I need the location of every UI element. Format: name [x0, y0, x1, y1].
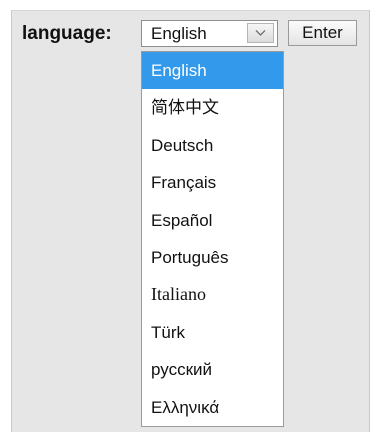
- language-option-turk[interactable]: Türk: [142, 314, 283, 351]
- language-dropdown-list: English 简体中文 Deutsch Français Español Po…: [141, 51, 284, 427]
- language-option-portugues[interactable]: Português: [142, 239, 283, 276]
- language-option-italiano[interactable]: Italiano: [142, 276, 283, 313]
- language-option-english[interactable]: English: [142, 52, 283, 90]
- language-option-russian[interactable]: русский: [142, 351, 283, 388]
- language-select-value: English: [151, 24, 207, 43]
- enter-button[interactable]: Enter: [288, 20, 357, 46]
- language-option-simplified-chinese[interactable]: 简体中文: [142, 89, 283, 126]
- language-select[interactable]: English: [141, 20, 278, 47]
- language-option-espanol[interactable]: Español: [142, 202, 283, 239]
- language-label: language:: [22, 23, 112, 44]
- chevron-down-icon[interactable]: [247, 23, 274, 43]
- language-option-deutsch[interactable]: Deutsch: [142, 127, 283, 164]
- language-option-greek[interactable]: Ελληνικά: [142, 389, 283, 426]
- language-option-francais[interactable]: Français: [142, 164, 283, 201]
